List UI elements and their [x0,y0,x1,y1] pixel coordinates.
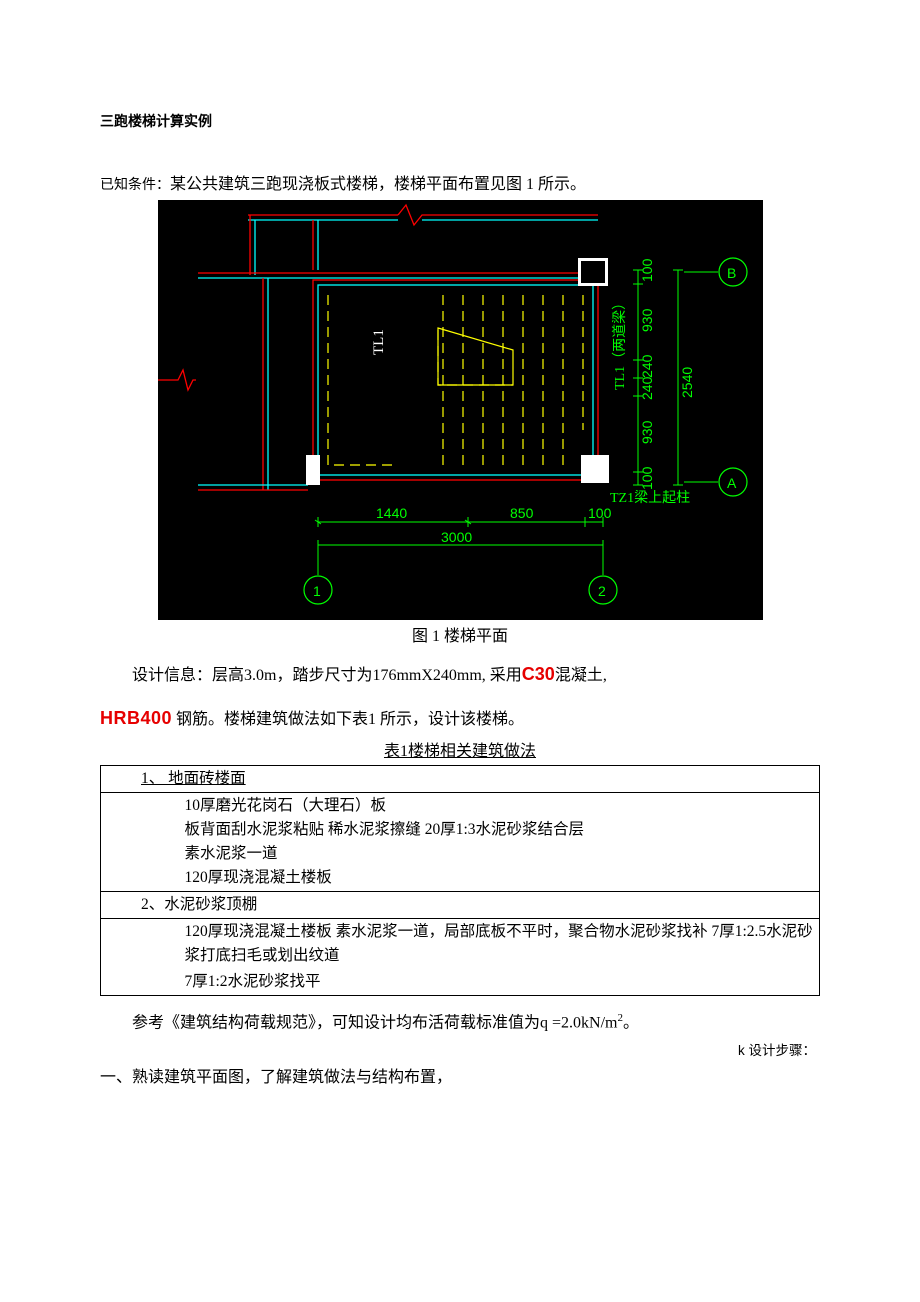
load-reference: 参考《建筑结构荷载规范》，可知设计均布活荷载标准值为q =2.0kN/m2。 [100,1010,820,1036]
hrb-text: HRB400 [100,708,172,728]
table-caption: 表1楼梯相关建筑做法 [100,739,820,765]
design-info-line2: HRB400 钢筋。楼梯建筑做法如下表1 所示，设计该楼梯。 [100,704,820,733]
ref-period: 。 [623,1014,639,1031]
figure-caption: 图 1 楼梯平面 [100,624,820,650]
ref-pre: 参考《建筑结构荷载规范》，可知设计均布活荷载标准值为q [132,1014,548,1031]
design-info-post: 混凝土, [555,667,607,684]
row1-head: 1、 地面砖楼面 [101,765,820,792]
tl1-label: TL1 [371,329,387,355]
cad-svg: TL1 100 930 240 240 930 100 2540 TL1（两道梁… [158,200,763,620]
dim-930-bot: 930 [639,420,655,444]
floor-plan-diagram: TL1 100 930 240 240 930 100 2540 TL1（两道梁… [158,200,763,620]
dim-1440: 1440 [376,505,407,521]
c30-text: C30 [522,664,555,684]
dim-100-bot: 100 [639,466,655,490]
axis-B: B [727,265,736,281]
dim-240a: 240 [639,354,655,378]
ref-eq: =2.0kN/m [548,1014,617,1031]
condition-text: 某公共建筑三跑现浇板式楼梯，楼梯平面布置见图 1 所示。 [170,176,586,193]
condition-line: 已知条件：某公共建筑三跑现浇板式楼梯，楼梯平面布置见图 1 所示。 [100,172,820,198]
tz1-label: TZ1梁上起柱 [610,490,690,506]
step-1: 一、熟读建筑平面图，了解建筑做法与结构布置， [100,1065,820,1091]
design-info-rest: 钢筋。楼梯建筑做法如下表1 所示，设计该楼梯。 [172,711,524,728]
dim-930-top: 930 [639,308,655,332]
figure-wrap: TL1 100 930 240 240 930 100 2540 TL1（两道梁… [158,200,763,620]
row2-body2: 7厚1:2水泥砂浆找平 [181,969,820,996]
dim-3000: 3000 [441,529,472,545]
tl1-note: TL1（两道梁） [612,296,628,390]
design-steps-label: k 设计步骤： [100,1040,820,1062]
row2-body: 120厚现浇混凝土楼板 素水泥浆一道，局部底板不平时，聚合物水泥砂浆找补 7厚1… [181,918,820,969]
condition-label: 已知条件： [100,176,170,192]
construction-table: 1、 地面砖楼面 10厚磨光花岗石（大理石）板 板背面刮水泥浆粘贴 稀水泥浆擦缝 [100,765,820,996]
page-title: 三跑楼梯计算实例 [100,110,820,132]
dim-240b: 240 [639,376,655,400]
dim-100-top: 100 [639,258,655,282]
row2-indent [101,918,181,969]
row2b-indent [101,969,181,996]
row1-indent [101,792,181,891]
design-info-line1: 设计信息：层高3.0m，踏步尺寸为176mmX240mm, 采用C30混凝土, [100,660,820,689]
dim-100a: 100 [588,505,612,521]
axis-1: 1 [313,583,321,599]
dim-2540: 2540 [679,367,695,398]
axis-A: A [727,475,737,491]
dim-850: 850 [510,505,534,521]
design-info-pre: 设计信息：层高3.0m，踏步尺寸为176mmX240mm, 采用 [132,667,522,684]
axis-2: 2 [598,583,606,599]
row2-head: 2、水泥砂浆顶棚 [101,891,820,918]
row1-body: 10厚磨光花岗石（大理石）板 板背面刮水泥浆粘贴 稀水泥浆擦缝 20厚1:3水泥… [181,792,820,891]
